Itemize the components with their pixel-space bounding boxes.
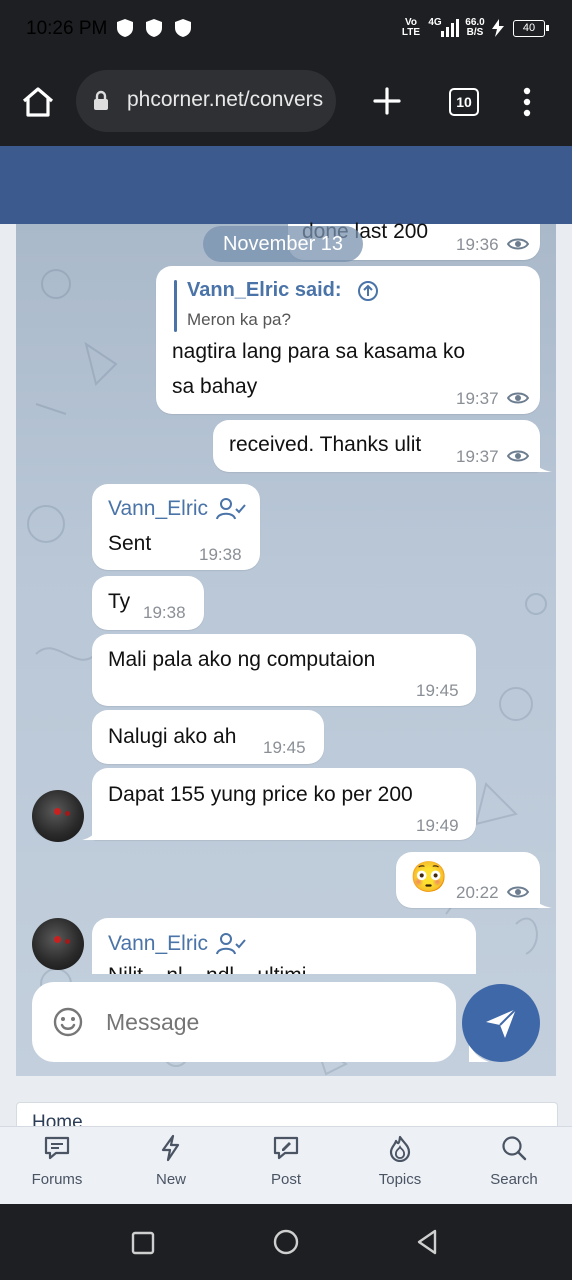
quote-bar — [174, 280, 177, 332]
system-home-icon[interactable] — [272, 1228, 300, 1256]
back-icon[interactable] — [414, 1228, 440, 1256]
bolt-icon — [161, 1134, 180, 1162]
site-header-overlay — [0, 146, 572, 224]
message-time: 19:45 — [263, 738, 306, 757]
tab-switcher-button[interactable]: 10 — [449, 88, 479, 116]
charging-icon — [492, 19, 504, 37]
message-bubble-clip: Vann_Elric Nilit... nl... ndl... ultimi.… — [92, 918, 476, 974]
sender-avatar[interactable] — [32, 918, 84, 970]
seen-eye-icon — [507, 238, 529, 250]
user-verified-icon — [216, 498, 246, 520]
seen-eye-icon — [507, 450, 529, 462]
nav-label: Topics — [378, 1171, 422, 1188]
nav-topics[interactable]: Topics — [350, 1126, 450, 1204]
sender-avatar[interactable] — [32, 790, 84, 842]
message-time: 19:49 — [416, 816, 459, 835]
lock-icon — [94, 90, 108, 110]
message-text: Mali pala ako ng computaion — [108, 648, 376, 671]
date-chip: November 13 — [203, 226, 363, 262]
message-text: Nilit... nl... ndl... ultimi... — [108, 964, 324, 974]
shield-icon — [175, 19, 191, 37]
message-text: Ty — [108, 590, 131, 613]
message-time: 19:37 — [456, 447, 499, 466]
nav-search[interactable]: Search — [464, 1126, 564, 1204]
jump-to-quote-icon[interactable] — [357, 280, 379, 302]
bubble-tail — [82, 824, 100, 840]
nav-label: Search — [490, 1171, 538, 1188]
search-icon — [502, 1136, 527, 1161]
message-emoji: 😳 — [410, 861, 448, 894]
nav-label: New — [155, 1171, 186, 1188]
message-text: sa bahay — [172, 375, 258, 398]
quote-author[interactable]: Vann_Elric said: — [187, 279, 342, 302]
battery-tip — [546, 25, 549, 31]
nav-label: Post — [270, 1171, 301, 1188]
bubble-tail — [530, 892, 552, 908]
nav-new[interactable]: New — [121, 1126, 221, 1204]
overflow-menu-icon[interactable] — [518, 86, 536, 118]
message-time: 19:36 — [456, 235, 499, 254]
network-speed: 66.0 B/S — [465, 17, 485, 38]
forums-icon — [44, 1136, 70, 1160]
sender-name[interactable]: Vann_Elric — [108, 497, 208, 521]
send-icon — [486, 1008, 517, 1038]
bubble-tail — [530, 456, 552, 472]
signal-icon — [441, 19, 459, 37]
status-time: 10:26 PM — [26, 18, 108, 39]
nav-post[interactable]: Post — [236, 1126, 336, 1204]
recents-icon[interactable] — [130, 1230, 156, 1256]
message-time: 20:22 — [456, 883, 499, 902]
seen-eye-icon — [507, 392, 529, 404]
seen-eye-icon — [507, 886, 529, 898]
message-text: Dapat 155 yung price ko per 200 — [108, 783, 413, 806]
emoji-picker-icon[interactable] — [52, 1006, 84, 1038]
sender-name[interactable]: Vann_Elric — [108, 932, 208, 956]
message-text: nagtira lang para sa kasama ko — [172, 340, 466, 363]
shield-icon — [146, 19, 162, 37]
url-text[interactable]: phcorner.net/convers — [127, 88, 327, 112]
post-icon — [273, 1136, 299, 1160]
message-input[interactable] — [104, 1002, 408, 1042]
message-time: 19:37 — [456, 389, 499, 408]
battery-level: 40 — [513, 20, 545, 37]
quote-text: Meron ka pa? — [187, 310, 291, 329]
fire-icon — [389, 1135, 411, 1162]
message-text: Sent — [108, 532, 152, 555]
shield-icon — [117, 19, 133, 37]
message-text: Nalugi ako ah — [108, 725, 237, 748]
home-icon[interactable] — [20, 84, 56, 120]
user-verified-icon — [216, 933, 246, 955]
nav-forums[interactable]: Forums — [7, 1126, 107, 1204]
message-text: received. Thanks ulit — [229, 433, 422, 456]
new-tab-icon[interactable] — [372, 86, 402, 116]
message-time: 19:38 — [199, 545, 242, 564]
nav-label: Forums — [31, 1171, 83, 1188]
message-time: 19:45 — [416, 681, 459, 700]
volte-indicator: Vo LTE — [401, 17, 421, 38]
message-time: 19:38 — [143, 603, 186, 622]
